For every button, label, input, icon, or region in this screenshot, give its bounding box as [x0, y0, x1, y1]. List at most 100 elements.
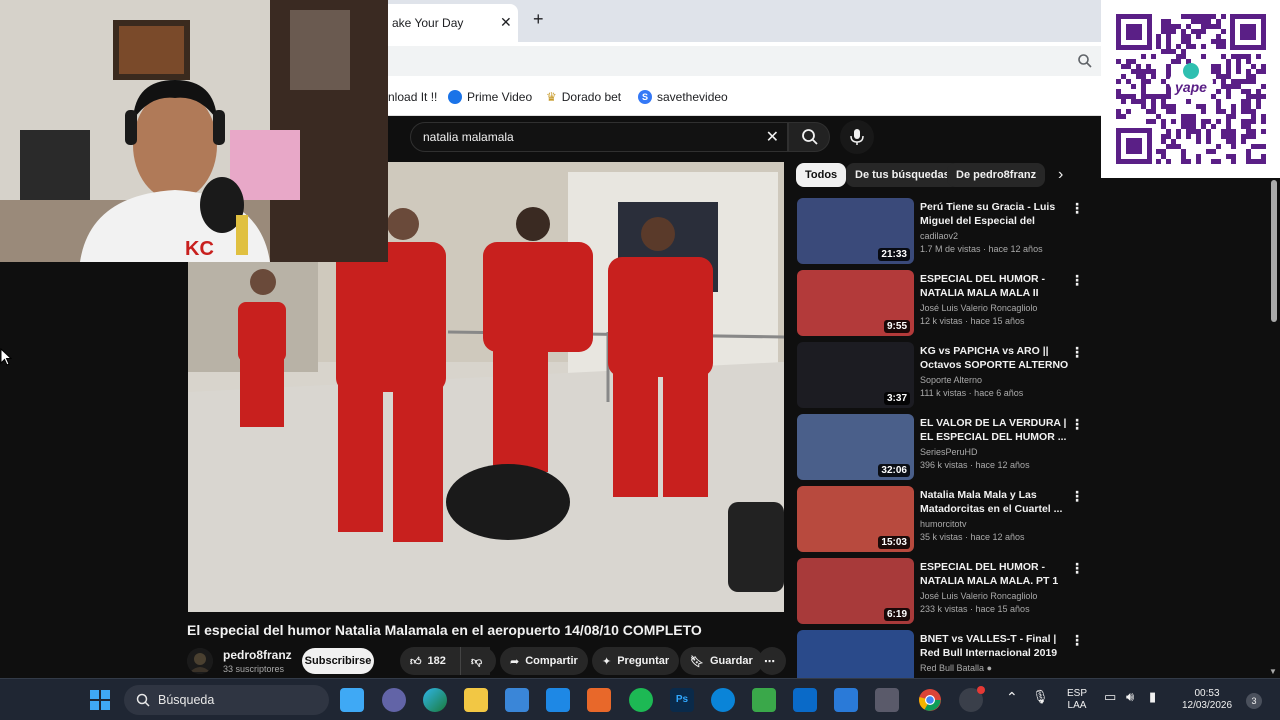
file-explorer-icon[interactable]: [464, 688, 488, 712]
more-options-icon[interactable]: ⋮: [1070, 488, 1084, 505]
voice-search-button[interactable]: [840, 120, 874, 154]
video-thumbnail[interactable]: [797, 630, 914, 678]
language-indicator[interactable]: ESP LAA: [1062, 688, 1092, 712]
chevron-up-icon[interactable]: ⌃: [1006, 690, 1018, 704]
browser-tab[interactable]: ake Your Day ✕: [388, 4, 518, 42]
teams-icon[interactable]: [382, 688, 406, 712]
more-options-icon[interactable]: ⋮: [1070, 416, 1084, 433]
recommendation-channel[interactable]: cadilaov2: [920, 231, 958, 241]
qr-module: [1171, 139, 1176, 144]
bookmark-savethevideo[interactable]: S savethevideo: [638, 90, 728, 104]
video-thumbnail[interactable]: 3:37: [797, 342, 914, 408]
qr-module: [1241, 79, 1246, 84]
search-button[interactable]: [788, 122, 830, 152]
recommendation-channel[interactable]: SeriesPeruHD: [920, 447, 978, 457]
qr-module: [1131, 69, 1136, 74]
chevron-right-icon[interactable]: ›: [1058, 166, 1063, 184]
recommendation-title[interactable]: ESPECIAL DEL HUMOR - NATALIA MALA MALA. …: [920, 560, 1070, 588]
page-scrollbar[interactable]: ▼: [1268, 180, 1280, 678]
qr-module: [1161, 24, 1166, 29]
mail-icon[interactable]: [546, 688, 570, 712]
qr-module: [1196, 159, 1201, 164]
recommendation-item[interactable]: BNET vs VALLES-T - Final | Red Bull Inte…: [796, 630, 1086, 678]
qr-module: [1201, 54, 1206, 59]
recommendation-channel[interactable]: Soporte Alterno: [920, 375, 982, 385]
recommendation-title[interactable]: BNET vs VALLES-T - Final | Red Bull Inte…: [920, 632, 1070, 660]
save-button[interactable]: 🔖︎ Guardar: [680, 647, 763, 675]
notepad-icon[interactable]: [752, 688, 776, 712]
recommendation-channel[interactable]: humorcitotv: [920, 519, 967, 529]
qr-module: [1201, 19, 1206, 24]
edge-icon[interactable]: [423, 688, 447, 712]
video-thumbnail[interactable]: 15:03: [797, 486, 914, 552]
network-icon[interactable]: ▭: [1104, 690, 1116, 703]
video-thumbnail[interactable]: 9:55: [797, 270, 914, 336]
zoom-icon[interactable]: [1077, 53, 1093, 69]
qr-module: [1161, 79, 1166, 84]
windows-start-icon[interactable]: [88, 688, 112, 712]
qr-module: [1251, 114, 1256, 119]
notification-badge[interactable]: 3: [1246, 693, 1262, 709]
share-button[interactable]: ➦ Compartir: [500, 647, 588, 675]
tab-close-icon[interactable]: ✕: [500, 14, 512, 31]
new-tab-button[interactable]: +: [533, 9, 544, 30]
chip-from-searches[interactable]: De tus búsquedas: [846, 163, 959, 187]
more-options-icon[interactable]: ⋮: [1070, 272, 1084, 289]
chip-from-channel[interactable]: De pedro8franz: [947, 163, 1046, 187]
media-player-icon[interactable]: [587, 688, 611, 712]
chrome-icon[interactable]: [918, 688, 942, 712]
photoshop-icon[interactable]: Ps: [670, 688, 694, 712]
more-actions-button[interactable]: ⋯: [758, 647, 786, 675]
microphone-tray-icon[interactable]: 🎙︎: [1032, 690, 1049, 703]
recommendation-item[interactable]: 9:55 ESPECIAL DEL HUMOR - NATALIA MALA M…: [796, 270, 1086, 336]
video-thumbnail[interactable]: 21:33: [797, 198, 914, 264]
recommendation-item[interactable]: 15:03 Natalia Mala Mala y Las Matadorcit…: [796, 486, 1086, 552]
subscribe-button[interactable]: Subscribirse: [302, 648, 374, 674]
calendar-icon[interactable]: [834, 688, 858, 712]
ask-button[interactable]: ✦ Preguntar: [592, 647, 680, 675]
spotify-icon[interactable]: [629, 688, 653, 712]
clock[interactable]: 00:53 12/03/2026: [1174, 688, 1240, 712]
qr-module: [1136, 74, 1141, 79]
qr-module: [1196, 134, 1201, 139]
recommendation-channel[interactable]: José Luis Valerio Roncagliolo: [920, 303, 1037, 313]
recommendation-item[interactable]: 6:19 ESPECIAL DEL HUMOR - NATALIA MALA M…: [796, 558, 1086, 624]
recommendation-title[interactable]: ESPECIAL DEL HUMOR - NATALIA MALA MALA I…: [920, 272, 1070, 300]
video-thumbnail[interactable]: 6:19: [797, 558, 914, 624]
more-options-icon[interactable]: ⋮: [1070, 344, 1084, 361]
address-bar[interactable]: [388, 46, 1101, 76]
channel-name[interactable]: pedro8franz: [223, 648, 292, 662]
clear-search-icon[interactable]: ✕: [766, 127, 779, 147]
recommendation-channel[interactable]: José Luis Valerio Roncagliolo: [920, 591, 1037, 601]
battery-icon[interactable]: ▮: [1149, 690, 1156, 703]
bookmark-item[interactable]: nload It !!: [388, 90, 437, 104]
calculator-icon[interactable]: [875, 688, 899, 712]
recommendation-title[interactable]: Perú Tiene su Gracia - Luis Miguel del E…: [920, 200, 1070, 228]
chip-todos[interactable]: Todos: [796, 163, 847, 187]
recommendation-item[interactable]: 21:33 Perú Tiene su Gracia - Luis Miguel…: [796, 198, 1086, 264]
scrollbar-thumb[interactable]: [1271, 180, 1277, 322]
recording-app-icon[interactable]: [959, 686, 985, 712]
more-options-icon[interactable]: ⋮: [1070, 632, 1084, 649]
recommendation-channel[interactable]: Red Bull Batalla ●: [920, 663, 992, 673]
dislike-button[interactable]: 👎︎: [460, 647, 496, 675]
bookmark-prime-video[interactable]: Prime Video: [448, 90, 532, 104]
recommendation-title[interactable]: EL VALOR DE LA VERDURA | EL ESPECIAL DEL…: [920, 416, 1070, 444]
more-options-icon[interactable]: ⋮: [1070, 200, 1084, 217]
store-icon[interactable]: [505, 688, 529, 712]
search-input[interactable]: natalia malamala ✕: [410, 122, 788, 152]
channel-avatar[interactable]: [187, 648, 213, 674]
video-thumbnail[interactable]: 32:06: [797, 414, 914, 480]
outlook-icon[interactable]: [793, 688, 817, 712]
task-view-icon[interactable]: [340, 688, 364, 712]
recommendation-item[interactable]: 32:06 EL VALOR DE LA VERDURA | EL ESPECI…: [796, 414, 1086, 480]
scroll-down-arrow-icon[interactable]: ▼: [1269, 667, 1277, 676]
recommendation-title[interactable]: Natalia Mala Mala y Las Matadorcitas en …: [920, 488, 1070, 516]
taskbar-search[interactable]: Búsqueda: [124, 685, 329, 715]
recommendation-title[interactable]: KG vs PAPICHA vs ARO || Octavos SOPORTE …: [920, 344, 1070, 372]
recommendation-item[interactable]: 3:37 KG vs PAPICHA vs ARO || Octavos SOP…: [796, 342, 1086, 408]
onedrive-icon[interactable]: [711, 688, 735, 712]
bookmark-dorado-bet[interactable]: ♛ Dorado bet: [546, 90, 621, 104]
volume-icon[interactable]: 🔊︎: [1126, 690, 1134, 703]
more-options-icon[interactable]: ⋮: [1070, 560, 1084, 577]
